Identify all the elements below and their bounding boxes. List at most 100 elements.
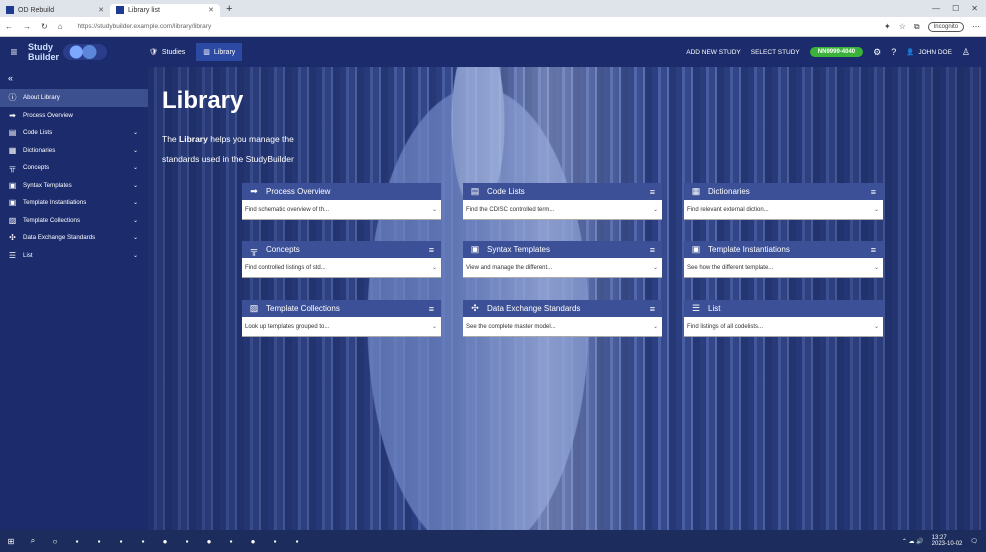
chevron-down-icon: ⌄ (132, 165, 138, 172)
card-syntax-templates[interactable]: ▣ Syntax Templates ≡ View and manage the… (463, 241, 662, 278)
sidebar-item-syntax-templates[interactable]: ▣ Syntax Templates ⌄ (0, 177, 148, 195)
sidebar-item-code-lists[interactable]: ▤ Code Lists ⌄ (0, 124, 148, 142)
maximize-icon[interactable]: ☐ (952, 4, 959, 13)
browser-tab[interactable]: OD Rebuild ✕ (0, 4, 110, 17)
chevron-down-icon: ⌄ (652, 265, 658, 271)
help-icon[interactable]: ? (891, 47, 896, 57)
taskbar-app-icon[interactable]: ▪ (66, 537, 88, 546)
taskbar-app-icon[interactable]: ▪ (220, 537, 242, 546)
card-title: Concepts (266, 245, 300, 254)
sidebar-item-label: Code Lists (23, 129, 53, 137)
taskbar-app-icon[interactable]: ▪ (132, 537, 154, 546)
menu-icon[interactable]: ≡ (429, 304, 434, 314)
extensions-icon[interactable]: ✦ (884, 22, 891, 31)
card-select[interactable]: Find schematic overview of th... ⌄ (242, 200, 441, 220)
url-text: https://studybuilder.example.com/library… (77, 23, 212, 30)
code-list-icon: ▤ (8, 128, 17, 138)
collections-icon[interactable]: ⧉ (914, 22, 920, 32)
card-select[interactable]: View and manage the different... ⌄ (463, 258, 662, 278)
taskbar-app-icon[interactable]: ● (242, 537, 264, 546)
forward-icon[interactable]: → (18, 22, 36, 31)
taskbar-app-icon[interactable]: ▪ (176, 537, 198, 546)
card-select[interactable]: Find controlled listings of std... ⌄ (242, 258, 441, 278)
card-list[interactable]: ☰ List Find listings of all codelists...… (684, 300, 883, 337)
collapse-sidebar-icon[interactable]: « (0, 67, 148, 89)
list-icon: ☰ (8, 250, 17, 260)
clock[interactable]: 13:27 2023-10-02 (932, 535, 963, 547)
header-actions: ADD NEW STUDY SELECT STUDY NN9999-4040 ⚙… (686, 47, 986, 58)
close-window-icon[interactable]: ✕ (971, 4, 978, 13)
card-select[interactable]: See how the different template... ⌄ (684, 258, 883, 278)
add-new-study-button[interactable]: ADD NEW STUDY (686, 49, 741, 56)
favorites-icon[interactable]: ☆ (899, 22, 906, 31)
taskbar-app-icon[interactable]: ● (198, 537, 220, 546)
browser-tab-active[interactable]: Library list ✕ (110, 3, 220, 17)
card-process-overview[interactable]: ➡ Process Overview Find schematic overvi… (242, 183, 441, 220)
user-menu[interactable]: 👤 JOHN DOE (906, 48, 952, 57)
task-view-icon[interactable]: ○ (44, 537, 66, 546)
card-select[interactable]: See the complete master model... ⌄ (463, 317, 662, 337)
url-field[interactable]: https://studybuilder.example.com/library… (72, 20, 692, 34)
menu-icon[interactable]: ≡ (650, 245, 655, 255)
card-code-lists[interactable]: ▤ Code Lists ≡ Find the CDISC controlled… (463, 183, 662, 220)
reload-icon[interactable]: ↻ (36, 22, 53, 31)
hamburger-menu-icon[interactable]: ≡ (0, 45, 28, 59)
card-template-instantiations[interactable]: ▣ Template Instantiations ≡ See how the … (684, 241, 883, 278)
card-title: Syntax Templates (487, 245, 550, 254)
sidebar-item-process-overview[interactable]: ➡ Process Overview (0, 107, 148, 125)
menu-icon[interactable]: ≡ (650, 304, 655, 314)
sidebar-item-label: Data Exchange Standards (23, 234, 96, 242)
taskbar-app-icon[interactable]: ▪ (264, 537, 286, 546)
sidebar-item-dictionaries[interactable]: ▦ Dictionaries ⌄ (0, 142, 148, 160)
menu-icon[interactable]: ≡ (871, 245, 876, 255)
taskbar-app-icon[interactable]: ▪ (110, 537, 132, 546)
card-select[interactable]: Find listings of all codelists... ⌄ (684, 317, 883, 337)
address-bar: ← → ↻ ⌂ https://studybuilder.example.com… (0, 17, 986, 37)
notifications-icon[interactable]: 🗨 (970, 538, 978, 545)
sidebar-item-list[interactable]: ☰ List ⌄ (0, 247, 148, 265)
card-body-text: See how the different template... (687, 264, 774, 271)
start-icon[interactable]: ⊞ (0, 537, 22, 546)
settings-gear-icon[interactable]: ⚙ (873, 47, 881, 58)
card-body-text: Find controlled listings of std... (245, 264, 326, 271)
close-tab-icon[interactable]: ✕ (208, 6, 214, 14)
sidebar-item-concepts[interactable]: ╦ Concepts ⌄ (0, 159, 148, 177)
card-data-exchange-standards[interactable]: ✣ Data Exchange Standards ≡ See the comp… (463, 300, 662, 337)
sidebar-item-data-exchange-standards[interactable]: ✣ Data Exchange Standards ⌄ (0, 229, 148, 247)
card-select[interactable]: Find the CDISC controlled term... ⌄ (463, 200, 662, 220)
card-select[interactable]: Find relevant external diction... ⌄ (684, 200, 883, 220)
card-dictionaries[interactable]: ▦ Dictionaries ≡ Find relevant external … (684, 183, 883, 220)
menu-icon[interactable]: ≡ (650, 187, 655, 197)
new-tab-button[interactable]: + (220, 3, 238, 15)
card-template-collections[interactable]: ▨ Template Collections ≡ Look up templat… (242, 300, 441, 337)
card-concepts[interactable]: ╦ Concepts ≡ Find controlled listings of… (242, 241, 441, 278)
taskbar-app-icon[interactable]: ▪ (88, 537, 110, 546)
book-icon: ▦ (691, 186, 701, 196)
search-icon[interactable]: ⌕ (22, 536, 44, 546)
nav-studies[interactable]: 🛡 Studies (142, 43, 192, 61)
select-study-button[interactable]: SELECT STUDY (751, 49, 800, 56)
taskbar-app-icon[interactable]: ● (154, 537, 176, 546)
folder-icon: ▨ (8, 215, 17, 225)
taskbar-app-icon[interactable]: ▪ (286, 537, 308, 546)
app-logo[interactable]: Study Builder (28, 41, 128, 63)
back-icon[interactable]: ← (0, 22, 18, 31)
nav-library[interactable]: ▥ Library (196, 43, 243, 61)
more-menu-icon[interactable]: ⋯ (972, 22, 980, 31)
browser-tab-bar: OD Rebuild ✕ Library list ✕ + — ☐ ✕ (0, 0, 986, 17)
card-header: ▤ Code Lists ≡ (463, 183, 662, 200)
sidebar-item-template-instantiations[interactable]: ▣ Template Instantiations ⌄ (0, 194, 148, 212)
menu-icon[interactable]: ≡ (429, 245, 434, 255)
minimize-icon[interactable]: — (932, 4, 940, 13)
menu-icon[interactable]: ≡ (871, 187, 876, 197)
sidebar-item-about-library[interactable]: ⓘ About Library (0, 89, 148, 107)
tray-icons[interactable]: ⌃ ☁ 🔊 (902, 538, 924, 545)
sidebar-item-template-collections[interactable]: ▨ Template Collections ⌄ (0, 212, 148, 230)
home-icon[interactable]: ⌂ (53, 22, 68, 31)
card-select[interactable]: Look up templates grouped to... ⌄ (242, 317, 441, 337)
selected-study-badge[interactable]: NN9999-4040 (809, 47, 864, 57)
chevron-down-icon: ⌄ (132, 130, 138, 137)
close-tab-icon[interactable]: ✕ (98, 6, 104, 14)
profile-button[interactable]: Incognito (927, 21, 964, 32)
card-header: ✣ Data Exchange Standards ≡ (463, 300, 662, 317)
